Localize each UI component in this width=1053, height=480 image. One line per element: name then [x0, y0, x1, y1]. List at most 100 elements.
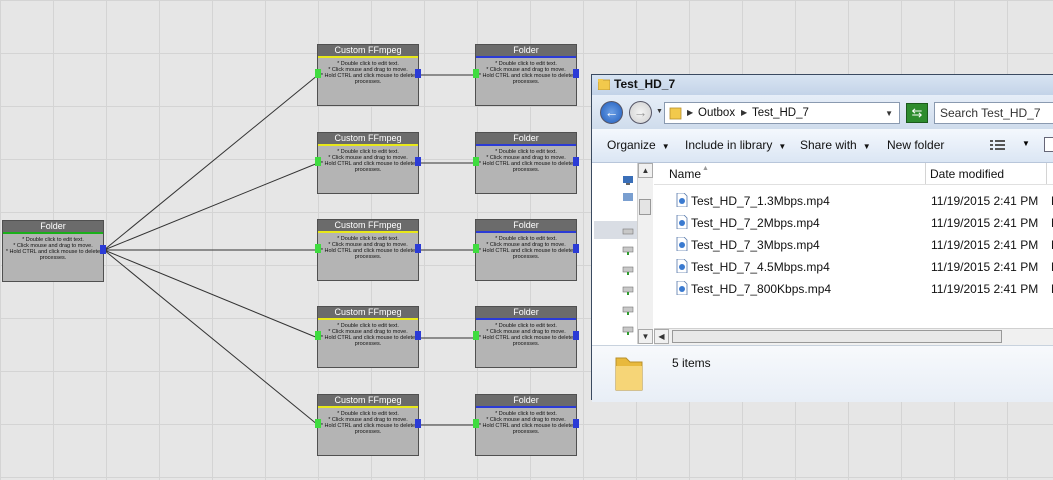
scroll-thumb[interactable] — [672, 330, 1002, 343]
column-date-modified[interactable]: Date modified — [930, 167, 1004, 181]
input-port[interactable] — [315, 331, 321, 340]
output-port[interactable] — [100, 245, 106, 254]
output-port[interactable] — [415, 69, 421, 78]
control-panel-icon[interactable] — [622, 191, 634, 202]
output-port[interactable] — [415, 244, 421, 253]
output-port[interactable] — [573, 69, 579, 78]
breadcrumb-current[interactable]: Test_HD_7 — [752, 107, 809, 119]
ffmpeg-node[interactable]: Custom FFmpeg * Double click to edit tex… — [315, 132, 421, 194]
file-date: 11/19/2015 2:41 PM — [931, 260, 1039, 274]
column-divider[interactable] — [1046, 163, 1047, 184]
output-folder-node[interactable]: Folder * Double click to edit text. * Cl… — [473, 219, 579, 281]
computer-icon[interactable] — [622, 175, 634, 186]
node-title: Custom FFmpeg — [318, 45, 418, 56]
chevron-down-icon: ▼ — [778, 142, 787, 151]
output-port[interactable] — [573, 157, 579, 166]
forward-button[interactable]: → — [629, 101, 652, 124]
ffmpeg-node[interactable]: Custom FFmpeg * Double click to edit tex… — [315, 44, 421, 106]
node-instructions: * Double click to edit text. * Click mou… — [478, 149, 574, 173]
input-port[interactable] — [315, 157, 321, 166]
column-name[interactable]: Name — [669, 167, 701, 181]
refresh-button[interactable]: ⇆ — [906, 103, 928, 123]
folder-icon — [669, 107, 682, 120]
output-folder-node[interactable]: Folder * Double click to edit text. * Cl… — [473, 394, 579, 456]
explorer-window[interactable]: Test_HD_7 ← → ▼ ▶ Outbox ▶ Test_HD_7 ▼ ⇆… — [591, 74, 1053, 402]
folder-icon — [598, 79, 610, 90]
breadcrumb-chevron-icon[interactable]: ▶ — [741, 108, 747, 117]
view-options-icon[interactable] — [990, 139, 1006, 151]
input-port[interactable] — [473, 157, 479, 166]
source-folder-node[interactable]: Folder * Double click to edit text. * Cl… — [2, 220, 106, 282]
file-name: Test_HD_7_1.3Mbps.mp4 — [691, 194, 830, 208]
address-bar[interactable]: ▶ Outbox ▶ Test_HD_7 ▼ — [664, 102, 900, 124]
input-port[interactable] — [315, 69, 321, 78]
breadcrumb-chevron-icon[interactable]: ▶ — [687, 108, 693, 117]
node-instructions: * Double click to edit text. * Click mou… — [478, 411, 574, 435]
input-port[interactable] — [473, 331, 479, 340]
file-row[interactable]: Test_HD_7_3Mbps.mp4 11/19/2015 2:41 PM M — [654, 234, 1053, 256]
output-folder-node[interactable]: Folder * Double click to edit text. * Cl… — [473, 306, 579, 368]
network-drive-icon[interactable] — [622, 245, 634, 256]
organize-button[interactable]: Organize ▼ — [607, 138, 670, 152]
window-titlebar[interactable]: Test_HD_7 — [592, 75, 1053, 95]
preview-pane-button[interactable] — [1044, 137, 1053, 152]
item-count: 5 items — [672, 356, 711, 370]
network-drive-icon[interactable] — [622, 265, 634, 276]
output-port[interactable] — [573, 244, 579, 253]
output-folder-node[interactable]: Folder * Double click to edit text. * Cl… — [473, 44, 579, 106]
input-port[interactable] — [315, 419, 321, 428]
output-port[interactable] — [415, 419, 421, 428]
output-port[interactable] — [415, 157, 421, 166]
network-drive-icon[interactable] — [622, 305, 634, 316]
node-instructions: * Double click to edit text. * Click mou… — [5, 237, 101, 261]
ffmpeg-node[interactable]: Custom FFmpeg * Double click to edit tex… — [315, 306, 421, 368]
file-name: Test_HD_7_2Mbps.mp4 — [691, 216, 820, 230]
input-port[interactable] — [473, 69, 479, 78]
share-with-button[interactable]: Share with ▼ — [800, 138, 871, 152]
scroll-thumb[interactable] — [639, 199, 651, 215]
ffmpeg-node[interactable]: Custom FFmpeg * Double click to edit tex… — [315, 219, 421, 281]
file-row[interactable]: Test_HD_7_4.5Mbps.mp4 11/19/2015 2:41 PM… — [654, 256, 1053, 278]
command-bar: Organize ▼ Include in library ▼ Share with… — [592, 129, 1053, 163]
input-port[interactable] — [473, 244, 479, 253]
search-input[interactable]: Search Test_HD_7 — [934, 102, 1053, 124]
node-instructions: * Double click to edit text. * Click mou… — [320, 61, 416, 85]
scroll-down-icon[interactable]: ▼ — [638, 329, 653, 344]
window-title: Test_HD_7 — [614, 77, 676, 91]
drive-icon[interactable] — [622, 225, 634, 236]
scroll-up-icon[interactable]: ▲ — [638, 163, 653, 178]
new-folder-button[interactable]: New folder — [887, 138, 944, 152]
output-folder-node[interactable]: Folder * Double click to edit text. * Cl… — [473, 132, 579, 194]
network-drive-icon[interactable] — [622, 285, 634, 296]
view-chevron-down-icon[interactable]: ▼ — [1022, 139, 1030, 148]
input-port[interactable] — [473, 419, 479, 428]
nav-scrollbar[interactable]: ▲ ▼ — [637, 163, 653, 344]
column-divider[interactable] — [925, 163, 926, 184]
node-title: Folder — [476, 133, 576, 144]
scroll-left-icon[interactable]: ◀ — [654, 329, 669, 344]
file-row[interactable]: Test_HD_7_800Kbps.mp4 11/19/2015 2:41 PM… — [654, 278, 1053, 300]
include-in-library-button[interactable]: Include in library ▼ — [685, 138, 786, 152]
network-drive-icon[interactable] — [622, 325, 634, 336]
file-row[interactable]: Test_HD_7_2Mbps.mp4 11/19/2015 2:41 PM M — [654, 212, 1053, 234]
node-title: Custom FFmpeg — [318, 307, 418, 318]
video-file-icon — [676, 193, 688, 207]
address-dropdown-icon[interactable]: ▼ — [885, 109, 893, 118]
input-port[interactable] — [315, 244, 321, 253]
horizontal-scrollbar[interactable]: ◀ — [654, 328, 1053, 345]
video-file-icon — [676, 259, 688, 273]
recent-pages-chevron-icon[interactable]: ▼ — [656, 108, 663, 115]
back-button[interactable]: ← — [600, 101, 623, 124]
column-header: ▲ Name Date modified — [654, 163, 1053, 185]
file-row[interactable]: Test_HD_7_1.3Mbps.mp4 11/19/2015 2:41 PM… — [654, 190, 1053, 212]
chevron-down-icon: ▼ — [862, 142, 871, 151]
output-port[interactable] — [415, 331, 421, 340]
file-name: Test_HD_7_800Kbps.mp4 — [691, 282, 832, 296]
output-port[interactable] — [573, 331, 579, 340]
ffmpeg-node[interactable]: Custom FFmpeg * Double click to edit tex… — [315, 394, 421, 456]
chevron-down-icon: ▼ — [661, 142, 670, 151]
video-file-icon — [676, 215, 688, 229]
output-port[interactable] — [573, 419, 579, 428]
breadcrumb-outbox[interactable]: Outbox — [698, 107, 735, 119]
connection-line — [103, 249, 319, 426]
